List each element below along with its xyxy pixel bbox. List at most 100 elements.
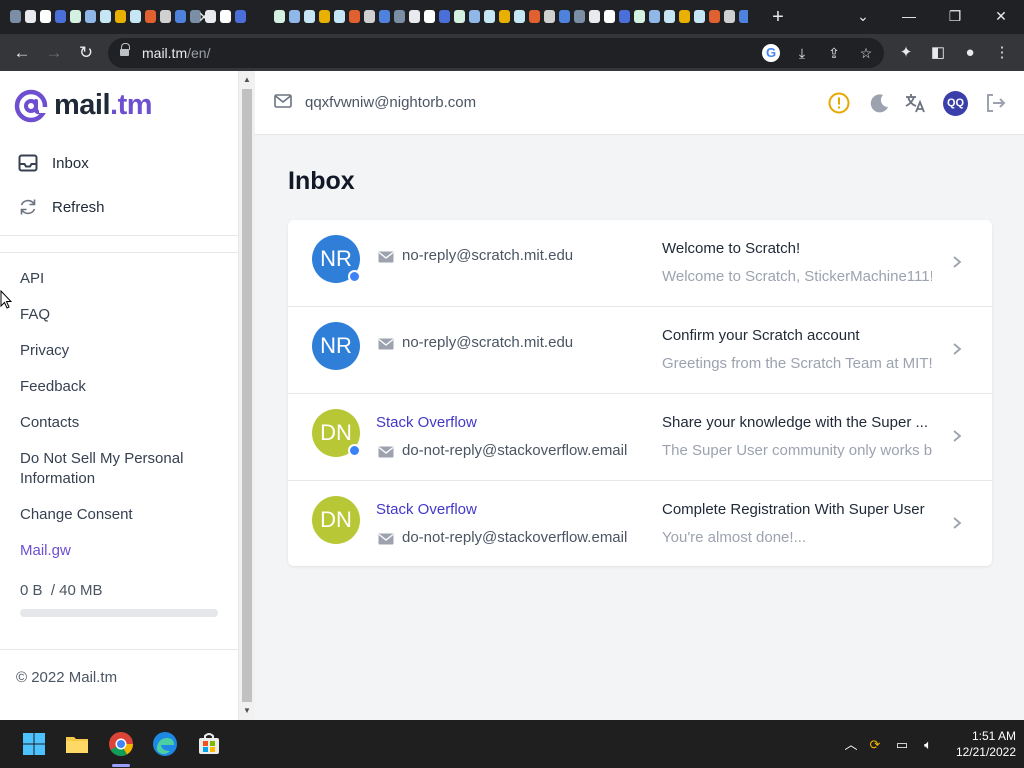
url-text[interactable]: mail.tm/en/ [142, 45, 210, 61]
close-tab-icon[interactable]: ✕ [196, 8, 212, 26]
tab-favicon[interactable] [694, 10, 705, 23]
network-icon[interactable]: ▭ [892, 735, 912, 755]
windows-start-icon[interactable] [20, 730, 48, 758]
tab-favicon[interactable] [304, 10, 315, 23]
tab-favicon[interactable] [619, 10, 630, 23]
link-mail-gw[interactable]: Mail.gw [20, 541, 220, 561]
reload-button[interactable]: ↻ [74, 41, 98, 65]
tab-favicon[interactable] [439, 10, 450, 23]
translate-icon[interactable] [903, 91, 927, 115]
tab-favicon[interactable] [160, 10, 171, 23]
message-row[interactable]: NR no-reply@scratch.mit.edu Welcome to Scr… [288, 220, 992, 307]
link-privacy[interactable]: Privacy [20, 341, 220, 361]
tab-favicons[interactable] [8, 8, 748, 26]
tab-favicon[interactable] [349, 10, 360, 23]
sidebar-item-inbox[interactable]: Inbox [16, 146, 226, 180]
forward-button[interactable]: → [42, 41, 66, 65]
account-email[interactable]: qqxfvwniw@nightorb.com [305, 94, 476, 111]
tab-favicon[interactable] [484, 10, 495, 23]
sidebar-item-refresh[interactable]: Refresh [16, 190, 226, 224]
dark-mode-moon-icon[interactable] [867, 91, 891, 115]
link-do-not-sell[interactable]: Do Not Sell My Personal Information [20, 449, 220, 489]
side-panel-icon[interactable]: ◧ [927, 42, 949, 64]
chrome-icon[interactable] [107, 730, 135, 758]
tab-favicon[interactable] [25, 10, 36, 23]
clock-date[interactable]: 12/21/2022 [946, 745, 1016, 759]
link-contacts[interactable]: Contacts [20, 413, 220, 433]
tab-favicon[interactable] [739, 10, 748, 23]
tab-favicon[interactable] [709, 10, 720, 23]
tab-favicon[interactable] [604, 10, 615, 23]
minimize-button[interactable]: — [896, 5, 922, 27]
install-app-icon[interactable]: ⤓ [792, 43, 812, 63]
message-row[interactable]: DN Stack Overflow do-not-reply@stackoverfl… [288, 481, 992, 566]
lock-icon[interactable] [120, 43, 130, 58]
tab-favicon[interactable] [130, 10, 141, 23]
tab-favicon[interactable] [679, 10, 690, 23]
new-tab-button[interactable]: + [768, 6, 788, 28]
tab-favicon[interactable] [469, 10, 480, 23]
scroll-down-arrow-icon[interactable]: ▼ [239, 704, 255, 718]
tab-favicon[interactable] [40, 10, 51, 23]
tab-favicon[interactable] [235, 10, 246, 23]
message-row[interactable]: NR no-reply@scratch.mit.edu Confirm your S… [288, 307, 992, 394]
tab-search-icon[interactable]: ⌄ [850, 5, 876, 27]
tab-favicon[interactable] [394, 10, 405, 23]
tab-favicon[interactable] [70, 10, 81, 23]
menu-kebab-icon[interactable]: ⋮ [991, 42, 1013, 64]
tab-favicon[interactable] [289, 10, 300, 23]
tab-favicon[interactable] [364, 10, 375, 23]
tab-favicon[interactable] [574, 10, 585, 23]
tab-favicon[interactable] [274, 10, 285, 23]
tab-favicon[interactable] [334, 10, 345, 23]
tab-favicon[interactable] [55, 10, 66, 23]
volume-icon[interactable]: 🔈︎ [918, 735, 938, 755]
tab-favicon[interactable] [724, 10, 735, 23]
tab-favicon[interactable] [589, 10, 600, 23]
logout-icon[interactable] [983, 91, 1007, 115]
tab-favicon[interactable] [454, 10, 465, 23]
tab-favicon[interactable] [100, 10, 111, 23]
tray-overflow-chevron-icon[interactable]: ︿ [841, 735, 861, 755]
tab-favicon[interactable] [220, 10, 231, 23]
microsoft-store-icon[interactable] [195, 730, 223, 758]
google-lens-icon[interactable]: G [762, 44, 780, 62]
tab-favicon[interactable] [634, 10, 645, 23]
tab-favicon[interactable] [10, 10, 21, 23]
share-icon[interactable]: ⇪ [824, 43, 844, 63]
file-explorer-icon[interactable] [63, 730, 91, 758]
tab-favicon[interactable] [649, 10, 660, 23]
bookmark-star-icon[interactable]: ☆ [856, 43, 876, 63]
close-window-button[interactable]: ✕ [988, 5, 1014, 27]
user-avatar[interactable]: QQ [943, 91, 968, 116]
back-button[interactable]: ← [10, 41, 34, 65]
edge-icon[interactable] [151, 730, 179, 758]
tab-favicon[interactable] [529, 10, 540, 23]
warning-icon[interactable] [827, 91, 851, 115]
tab-favicon[interactable] [424, 10, 435, 23]
link-faq[interactable]: FAQ [20, 305, 220, 325]
tab-favicon[interactable] [514, 10, 525, 23]
tab-favicon[interactable] [559, 10, 570, 23]
tab-favicon[interactable] [499, 10, 510, 23]
tab-favicon[interactable] [319, 10, 330, 23]
clock-time[interactable]: 1:51 AM [946, 729, 1016, 743]
tab-favicon[interactable] [664, 10, 675, 23]
tab-favicon[interactable] [175, 10, 186, 23]
tab-favicon[interactable] [115, 10, 126, 23]
sidebar-scrollbar[interactable]: ▲ ▼ [239, 71, 255, 720]
restore-button[interactable]: ❐ [942, 5, 968, 27]
message-row[interactable]: DN Stack Overflow do-not-reply@stackoverfl… [288, 394, 992, 481]
tab-favicon[interactable] [85, 10, 96, 23]
scroll-up-arrow-icon[interactable]: ▲ [239, 73, 255, 87]
profile-icon[interactable]: ● [959, 42, 981, 64]
link-change-consent[interactable]: Change Consent [20, 505, 220, 525]
tab-favicon[interactable] [544, 10, 555, 23]
tab-favicon[interactable] [379, 10, 390, 23]
address-bar[interactable]: mail.tm/en/ G ⤓ ⇪ ☆ [108, 38, 884, 68]
scroll-thumb[interactable] [242, 89, 252, 702]
link-api[interactable]: API [20, 269, 220, 289]
sync-update-icon[interactable]: ⟳ [865, 735, 885, 755]
extensions-icon[interactable]: ✦ [895, 42, 917, 64]
tab-favicon[interactable] [145, 10, 156, 23]
